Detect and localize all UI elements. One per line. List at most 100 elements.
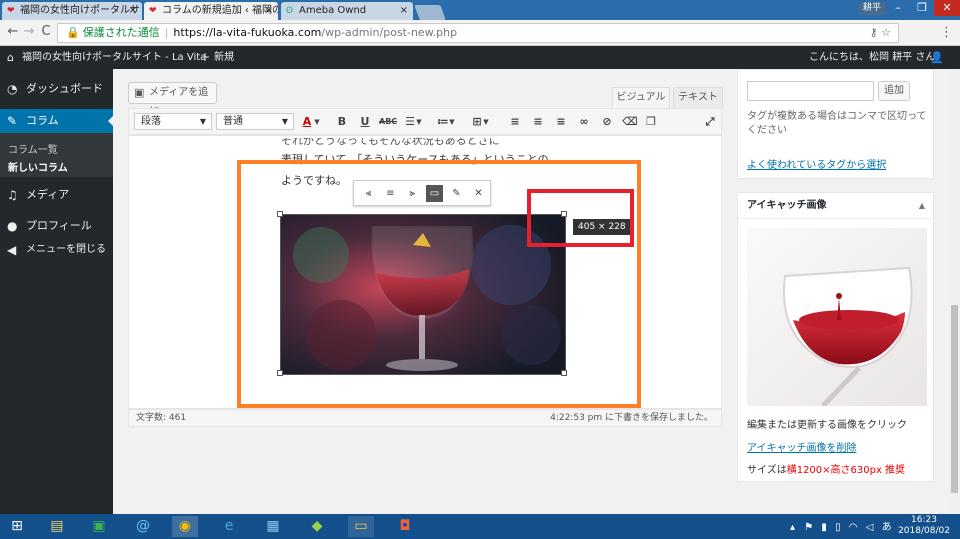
ime-indicator[interactable]: あ [882,522,892,533]
dashboard-icon: ◔ [7,82,18,96]
browser-user-chip[interactable]: 耕平 [858,2,886,15]
browser-tab-new-column[interactable]: ❤ コラムの新規追加 ‹ 福岡の × [144,2,278,20]
browser-tab-portal[interactable]: ❤ 福岡の女性向けポータルサ・ × [2,2,142,20]
key-icon[interactable]: ⚷ [870,26,878,39]
paragraph-format-select[interactable]: 段落 ▼ [134,113,212,130]
collapse-arrow-icon[interactable]: ▲ [919,193,925,219]
user-icon: ● [7,219,18,233]
tab-visual[interactable]: ビジュアル [612,87,670,108]
align-left-icon[interactable]: ≡ [507,114,523,130]
strikethrough-icon[interactable]: ABC [379,114,397,130]
unlink-icon[interactable]: ⊘ [599,114,615,130]
page-scrollbar-thumb[interactable] [951,305,958,493]
windows-start-icon[interactable]: ⊞ [4,516,30,537]
plus-icon[interactable]: + [200,46,210,69]
sidebar-item-label: メニューを閉じる [26,244,106,255]
close-window-button[interactable]: ✕ [934,0,960,16]
network-icon[interactable]: ▯ [835,522,841,533]
battery-icon[interactable]: ▮ [821,522,827,533]
admin-sidebar: ◔ ダッシュボード ✎ コラム コラム一覧 新しいコラム ♫ メディア ● プロ… [0,69,113,514]
sidebar-item-label: プロフィール [26,219,92,232]
submenu-item-column-list[interactable]: コラム一覧 [8,141,58,156]
wifi-icon[interactable]: ◠ [849,522,858,533]
bullet-list-dropdown-icon[interactable]: ▼ [415,114,423,130]
popular-tags-link[interactable]: よく使われているタグから選択 [747,156,886,171]
sidebar-item-dashboard[interactable]: ◔ ダッシュボード [0,77,113,101]
store-icon[interactable]: ▣ [86,516,112,537]
font-size-select[interactable]: 普通 ▼ [216,113,294,130]
tag-add-button[interactable]: 追加 [878,81,910,101]
close-tab-icon[interactable]: × [400,2,408,20]
taskbar-clock[interactable]: 16:23 2018/08/02 [896,515,952,537]
minimize-button[interactable]: – [886,0,910,16]
size-recommendation: 横1200×高さ630px 推奨 [786,465,906,476]
chevron-down-icon: ▼ [281,117,288,126]
address-bar[interactable]: 🔒 保護された通信 | https://la-vita-fukuoka.com/wp-… [57,23,899,43]
tab-label: 福岡の女性向けポータルサ・ [20,5,142,16]
bold-icon[interactable]: B [334,114,350,130]
new-tab-button[interactable] [414,5,446,20]
new-content-link[interactable]: 新規 [214,46,234,69]
link-icon[interactable]: ∞ [576,114,592,130]
close-tab-icon[interactable]: × [129,2,137,20]
sidebar-item-label: メディア [26,188,70,201]
flag-icon[interactable]: ⚑ [804,522,813,533]
tag-app-icon[interactable]: ◆ [304,516,330,537]
numbered-list-dropdown-icon[interactable]: ▼ [448,114,456,130]
remove-featured-image-link[interactable]: アイキャッチ画像を削除 [747,439,857,454]
featured-image-thumbnail[interactable] [747,228,927,406]
star-icon[interactable]: ☆ [881,26,891,39]
table-dropdown-icon[interactable]: ▼ [482,114,490,130]
internet-explorer-icon[interactable]: e [216,516,242,537]
photos-icon[interactable]: ▦ [260,516,286,537]
add-media-icon: ▣ [134,86,145,99]
clock-date: 2018/08/02 [898,526,950,536]
tab-text[interactable]: テキスト [673,87,723,108]
avatar-icon[interactable]: 👤 [930,46,944,69]
submenu-item-new-column[interactable]: 新しいコラム [8,159,68,174]
restore-button[interactable]: ❐ [910,0,934,16]
close-tab-icon[interactable]: × [265,2,273,20]
align-right-icon[interactable]: ≡ [553,114,569,130]
mail-icon[interactable]: @ [130,516,156,537]
forward-button[interactable]: → [21,24,37,40]
back-button[interactable]: ← [5,24,21,40]
tray-up-arrow-icon[interactable]: ▴ [790,522,795,533]
sidebar-item-column[interactable]: ✎ コラム [0,109,113,133]
browser-tab-ameba[interactable]: ʘ Ameba Ownd × [281,2,413,20]
app-red-icon[interactable]: ◘ [392,516,418,537]
wp-admin-bar: ⌂ 福岡の女性向けポータルサイト - La Vita + 新規 こんにちは、松岡… [0,46,960,69]
eraser-icon[interactable]: ⌫ [622,114,638,130]
underline-icon[interactable]: U [357,114,373,130]
sidebar-item-label: ダッシュボード [26,82,103,95]
volume-icon[interactable]: ◁ [866,522,874,533]
windows-taskbar: ⊞ ▤ ▣ @ ◉ e ▦ ◆ ▭ ◘ ▴ ⚑ ▮ ▯ ◠ ◁ あ 16:23 … [0,514,960,539]
content-line-partial: それがとうなってもそんな状況もあるとさに [281,135,500,147]
sidebar-item-profile[interactable]: ● プロフィール [0,214,113,238]
tag-input[interactable] [747,81,874,101]
heart-favicon-icon: ❤ [7,6,15,16]
featured-image-title[interactable]: アイキャッチ画像 ▲ [738,193,933,219]
sidebar-item-media[interactable]: ♫ メディア [0,183,113,207]
screen-capture-icon[interactable]: ▭ [348,516,374,537]
browser-menu-icon[interactable]: ⋮ [940,25,953,40]
featured-image-help: 編集または更新する画像をクリック [747,420,907,431]
fullscreen-icon[interactable]: ⤢ [702,114,718,130]
text-color-dropdown-icon[interactable]: ▼ [313,114,321,130]
add-media-button[interactable]: ▣ メディアを追加 [128,82,217,118]
user-greeting[interactable]: こんにちは、松岡 耕平 さん [809,46,935,69]
align-center-icon[interactable]: ≡ [530,114,546,130]
site-name-link[interactable]: 福岡の女性向けポータルサイト - La Vita [22,46,206,69]
heart-favicon-icon: ❤ [149,6,157,16]
file-explorer-icon[interactable]: ▤ [44,516,70,537]
collapse-icon: ◀ [7,243,17,257]
paste-text-icon[interactable]: ❐ [643,114,659,130]
font-select-value: 普通 [223,116,243,127]
editor-status-bar: 文字数: 461 4:22:53 pm に下書きを保存しました。 [128,409,722,427]
home-icon[interactable]: ⌂ [7,46,14,69]
sidebar-collapse-menu[interactable]: ◀ メニューを閉じる [0,238,113,262]
featured-image-title-text: アイキャッチ画像 [747,200,827,211]
chrome-icon[interactable]: ◉ [172,516,198,537]
reload-button[interactable]: C [38,24,54,40]
url-host: https://la-vita-fukuoka.com [173,26,322,39]
